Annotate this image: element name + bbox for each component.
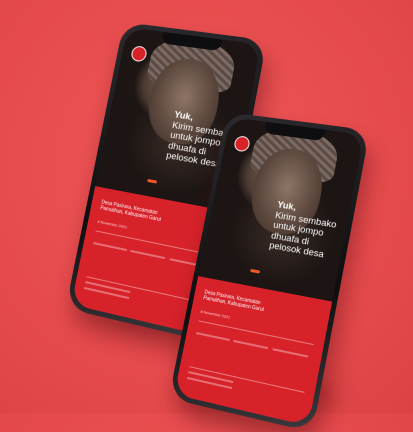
mockup-scene: Yuk, Kirim sembako untuk jompo dhuafa di… xyxy=(0,0,413,432)
info-rows xyxy=(92,230,211,270)
date-text: 8 November 2021 xyxy=(200,308,231,320)
date-text: 8 November 2021 xyxy=(97,218,128,230)
info-rows xyxy=(195,320,314,360)
headline-text: Kirim sembako untuk jompo dhuafa di pelo… xyxy=(268,209,338,261)
